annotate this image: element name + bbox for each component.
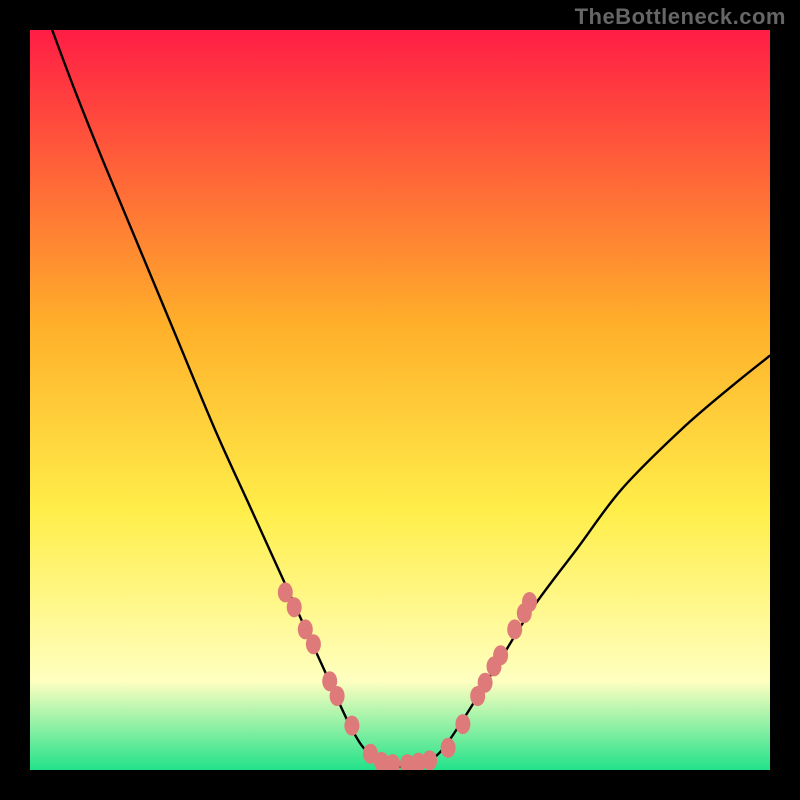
curve-marker — [422, 750, 437, 770]
plot-area — [30, 30, 770, 770]
curve-marker — [344, 716, 359, 736]
gradient-bg — [30, 30, 770, 770]
curve-marker — [455, 714, 470, 734]
curve-marker — [478, 673, 493, 693]
curve-marker — [493, 645, 508, 665]
curve-marker — [522, 592, 537, 612]
curve-marker — [330, 686, 345, 706]
plot-svg — [30, 30, 770, 770]
curve-marker — [507, 619, 522, 639]
watermark-text: TheBottleneck.com — [575, 4, 786, 30]
chart-frame: TheBottleneck.com — [0, 0, 800, 800]
curve-marker — [441, 738, 456, 758]
curve-marker — [306, 634, 321, 654]
curve-marker — [287, 597, 302, 617]
